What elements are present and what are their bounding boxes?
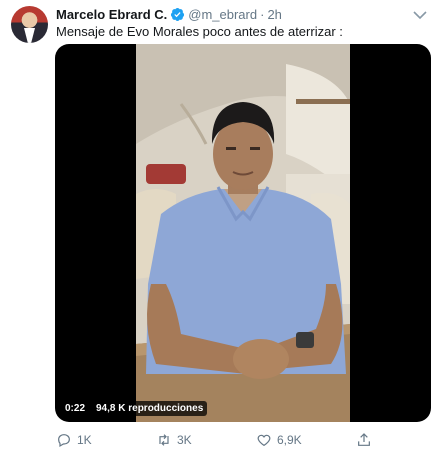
like-button[interactable]: 6,9K bbox=[256, 430, 302, 450]
like-count: 6,9K bbox=[277, 433, 302, 447]
retweet-count: 3K bbox=[177, 433, 192, 447]
tweet-timestamp[interactable]: 2h bbox=[267, 7, 281, 22]
author-handle[interactable]: @m_ebrard bbox=[188, 7, 257, 22]
reply-icon bbox=[58, 434, 70, 448]
reply-button[interactable]: 1K bbox=[56, 430, 92, 450]
video-thumbnail bbox=[136, 44, 350, 422]
header-separator: · bbox=[260, 7, 265, 22]
view-count: 94,8 K reproducciones bbox=[92, 401, 208, 416]
tweet-text: Mensaje de Evo Morales poco antes de ate… bbox=[56, 24, 343, 39]
share-icon bbox=[358, 433, 370, 446]
retweet-button[interactable]: 3K bbox=[156, 430, 192, 450]
avatar[interactable] bbox=[11, 6, 48, 43]
tweet[interactable]: Marcelo Ebrard C. @m_ebrard · 2h Mensaje de… bbox=[0, 0, 441, 457]
share-button[interactable] bbox=[356, 430, 377, 450]
video-player[interactable]: 0:22 94,8 K reproducciones bbox=[55, 44, 431, 422]
video-duration: 0:22 bbox=[61, 401, 90, 416]
video-frame[interactable] bbox=[136, 44, 350, 422]
tweet-actions: 1K 3K 6,9K bbox=[0, 430, 441, 450]
like-icon bbox=[257, 434, 271, 447]
reply-count: 1K bbox=[77, 433, 92, 447]
chevron-down-icon[interactable] bbox=[411, 8, 429, 22]
retweet-icon bbox=[159, 434, 169, 446]
author-name[interactable]: Marcelo Ebrard C. bbox=[56, 7, 167, 22]
